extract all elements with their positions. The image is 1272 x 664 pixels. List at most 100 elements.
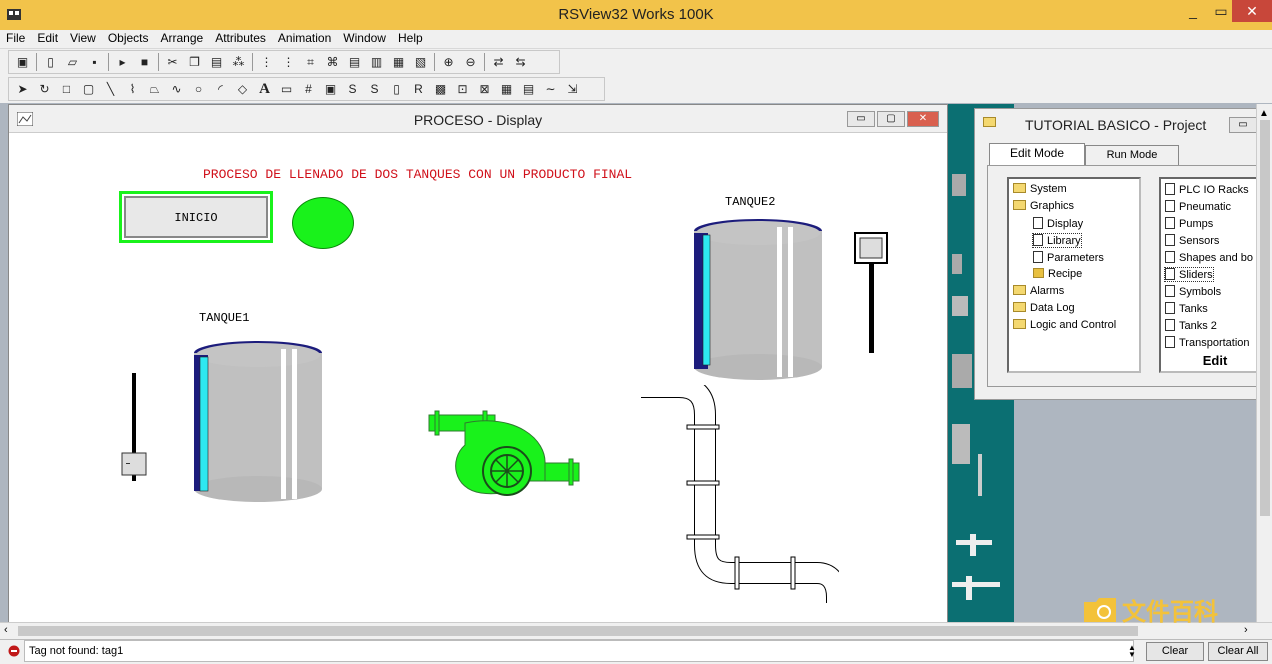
- close-button[interactable]: ✕: [1232, 0, 1272, 22]
- string-display-icon[interactable]: S: [343, 80, 362, 99]
- numeric-display-icon[interactable]: #: [299, 80, 318, 99]
- display-close-button[interactable]: ✕: [907, 111, 939, 127]
- lib-item-plc-io-racks[interactable]: PLC IO Racks: [1165, 183, 1249, 196]
- tree-item-system[interactable]: System: [1013, 183, 1067, 195]
- rectangle-tool-icon[interactable]: □: [57, 80, 76, 99]
- lib-item-sliders[interactable]: Sliders: [1164, 267, 1214, 282]
- align-center-icon[interactable]: ⋮: [279, 53, 298, 72]
- edit-display-icon[interactable]: ■: [135, 53, 154, 72]
- trend-tool-icon[interactable]: ⊡: [453, 80, 472, 99]
- alarm-summary-icon[interactable]: ▩: [431, 80, 450, 99]
- menu-animation[interactable]: Animation: [272, 30, 337, 45]
- display-restore-button[interactable]: ▢: [877, 111, 905, 127]
- tree-item-data-log[interactable]: Data Log: [1013, 302, 1075, 314]
- slider-tank2[interactable]: [853, 231, 889, 355]
- activity-bar-icon[interactable]: ▦: [497, 80, 516, 99]
- tab-edit-mode[interactable]: Edit Mode: [989, 143, 1085, 165]
- wedge-tool-icon[interactable]: ◇: [233, 80, 252, 99]
- select-tool-icon[interactable]: ➤: [13, 80, 32, 99]
- tree-item-library[interactable]: Library: [1032, 233, 1082, 248]
- scroll-right-icon[interactable]: ›: [1244, 624, 1248, 636]
- string-input-icon[interactable]: S: [365, 80, 384, 99]
- menu-attributes[interactable]: Attributes: [209, 30, 272, 45]
- edit-button[interactable]: Edit: [1165, 353, 1265, 368]
- inicio-button[interactable]: INICIO: [119, 191, 273, 243]
- tree-item-parameters[interactable]: Parameters: [1033, 251, 1104, 264]
- activex-tool-icon[interactable]: ⊠: [475, 80, 494, 99]
- tree-item-alarms[interactable]: Alarms: [1013, 285, 1064, 297]
- ellipse-tool-icon[interactable]: ○: [189, 80, 208, 99]
- display-minimize-button[interactable]: ▭: [847, 111, 875, 127]
- object-tool-icon[interactable]: ▤: [519, 80, 538, 99]
- flip-horizontal-icon[interactable]: ⇄: [489, 53, 508, 72]
- lib-item-tanks-2[interactable]: Tanks 2: [1165, 319, 1217, 332]
- arc-tool-icon[interactable]: ◜: [211, 80, 230, 99]
- rounded-rect-tool-icon[interactable]: ▢: [79, 80, 98, 99]
- line-tool-icon[interactable]: ╲: [101, 80, 120, 99]
- menu-file[interactable]: File: [0, 30, 31, 45]
- button-tool-icon[interactable]: ▯: [387, 80, 406, 99]
- arrow-tool-icon[interactable]: ⇲: [563, 80, 582, 99]
- layer2-icon[interactable]: ▧: [411, 53, 430, 72]
- save-icon[interactable]: ▪: [85, 53, 104, 72]
- group-icon[interactable]: ⌗: [301, 53, 320, 72]
- vertical-scrollbar[interactable]: ▲: [1256, 104, 1272, 622]
- copy-icon[interactable]: ❐: [185, 53, 204, 72]
- project-icon[interactable]: ▣: [13, 53, 32, 72]
- menu-objects[interactable]: Objects: [102, 30, 155, 45]
- tree-item-recipe[interactable]: Recipe: [1033, 268, 1082, 280]
- tree-item-display[interactable]: Display: [1033, 217, 1083, 230]
- tag-text-tool-icon[interactable]: ▭: [277, 80, 296, 99]
- rotate-tool-icon[interactable]: ↻: [35, 80, 54, 99]
- graphic-canvas[interactable]: PROCESO DE LLENADO DE DOS TANQUES CON UN…: [19, 135, 937, 623]
- freehand-tool-icon[interactable]: ∿: [167, 80, 186, 99]
- polyline-tool-icon[interactable]: ⌇: [123, 80, 142, 99]
- tree-item-logic-and-control[interactable]: Logic and Control: [1013, 319, 1116, 331]
- tree-item-graphics[interactable]: Graphics: [1013, 200, 1074, 212]
- duplicate-icon[interactable]: ⁂: [229, 53, 248, 72]
- zoom-in-icon[interactable]: ⊕: [439, 53, 458, 72]
- bring-front-icon[interactable]: ▤: [345, 53, 364, 72]
- project-title-bar[interactable]: TUTORIAL BASICO - Project ▭: [975, 109, 1272, 137]
- send-back-icon[interactable]: ▥: [367, 53, 386, 72]
- slider-tank1[interactable]: [119, 371, 149, 485]
- menu-window[interactable]: Window: [337, 30, 392, 45]
- new-icon[interactable]: ▯: [41, 53, 60, 72]
- menu-edit[interactable]: Edit: [31, 30, 64, 45]
- lib-item-pneumatic[interactable]: Pneumatic: [1165, 200, 1231, 213]
- zoom-out-icon[interactable]: ⊖: [461, 53, 480, 72]
- horizontal-scroll-thumb[interactable]: [18, 626, 1138, 636]
- cut-icon[interactable]: ✂: [163, 53, 182, 72]
- display-window[interactable]: PROCESO - Display ▭ ▢ ✕ PROCESO DE LLENA…: [8, 104, 948, 624]
- status-spin-icon[interactable]: ▲ ▼: [1128, 644, 1136, 659]
- menu-help[interactable]: Help: [392, 30, 429, 45]
- scroll-up-icon[interactable]: ▲: [1259, 108, 1269, 119]
- paste-icon[interactable]: ▤: [207, 53, 226, 72]
- text-tool-icon[interactable]: A: [255, 80, 274, 99]
- lib-item-shapes[interactable]: Shapes and bo: [1165, 251, 1253, 264]
- flip-vertical-icon[interactable]: ⇆: [511, 53, 530, 72]
- clear-button[interactable]: Clear: [1146, 642, 1204, 661]
- layer-icon[interactable]: ▦: [389, 53, 408, 72]
- lib-item-sensors[interactable]: Sensors: [1165, 234, 1219, 247]
- menu-view[interactable]: View: [64, 30, 102, 45]
- project-window[interactable]: TUTORIAL BASICO - Project ▭ Edit Mode Ru…: [974, 108, 1272, 400]
- display-title-bar[interactable]: PROCESO - Display ▭ ▢ ✕: [9, 105, 947, 133]
- lib-item-pumps[interactable]: Pumps: [1165, 217, 1213, 230]
- vertical-scroll-thumb[interactable]: [1260, 120, 1270, 516]
- lib-item-transportation[interactable]: Transportation: [1165, 336, 1250, 349]
- polygon-tool-icon[interactable]: ⏢: [145, 80, 164, 99]
- numeric-input-icon[interactable]: ▣: [321, 80, 340, 99]
- align-left-icon[interactable]: ⋮: [257, 53, 276, 72]
- chart-tool-icon[interactable]: ∼: [541, 80, 560, 99]
- lib-item-tanks[interactable]: Tanks: [1165, 302, 1208, 315]
- clear-all-button[interactable]: Clear All: [1208, 642, 1268, 661]
- test-display-icon[interactable]: ▸: [113, 53, 132, 72]
- ungroup-icon[interactable]: ⌘: [323, 53, 342, 72]
- project-minimize-button[interactable]: ▭: [1229, 117, 1257, 133]
- tab-run-mode[interactable]: Run Mode: [1085, 145, 1179, 165]
- lib-item-symbols[interactable]: Symbols: [1165, 285, 1221, 298]
- open-icon[interactable]: ▱: [63, 53, 82, 72]
- recipe-tool-icon[interactable]: R: [409, 80, 428, 99]
- scroll-left-icon[interactable]: ‹: [4, 624, 8, 636]
